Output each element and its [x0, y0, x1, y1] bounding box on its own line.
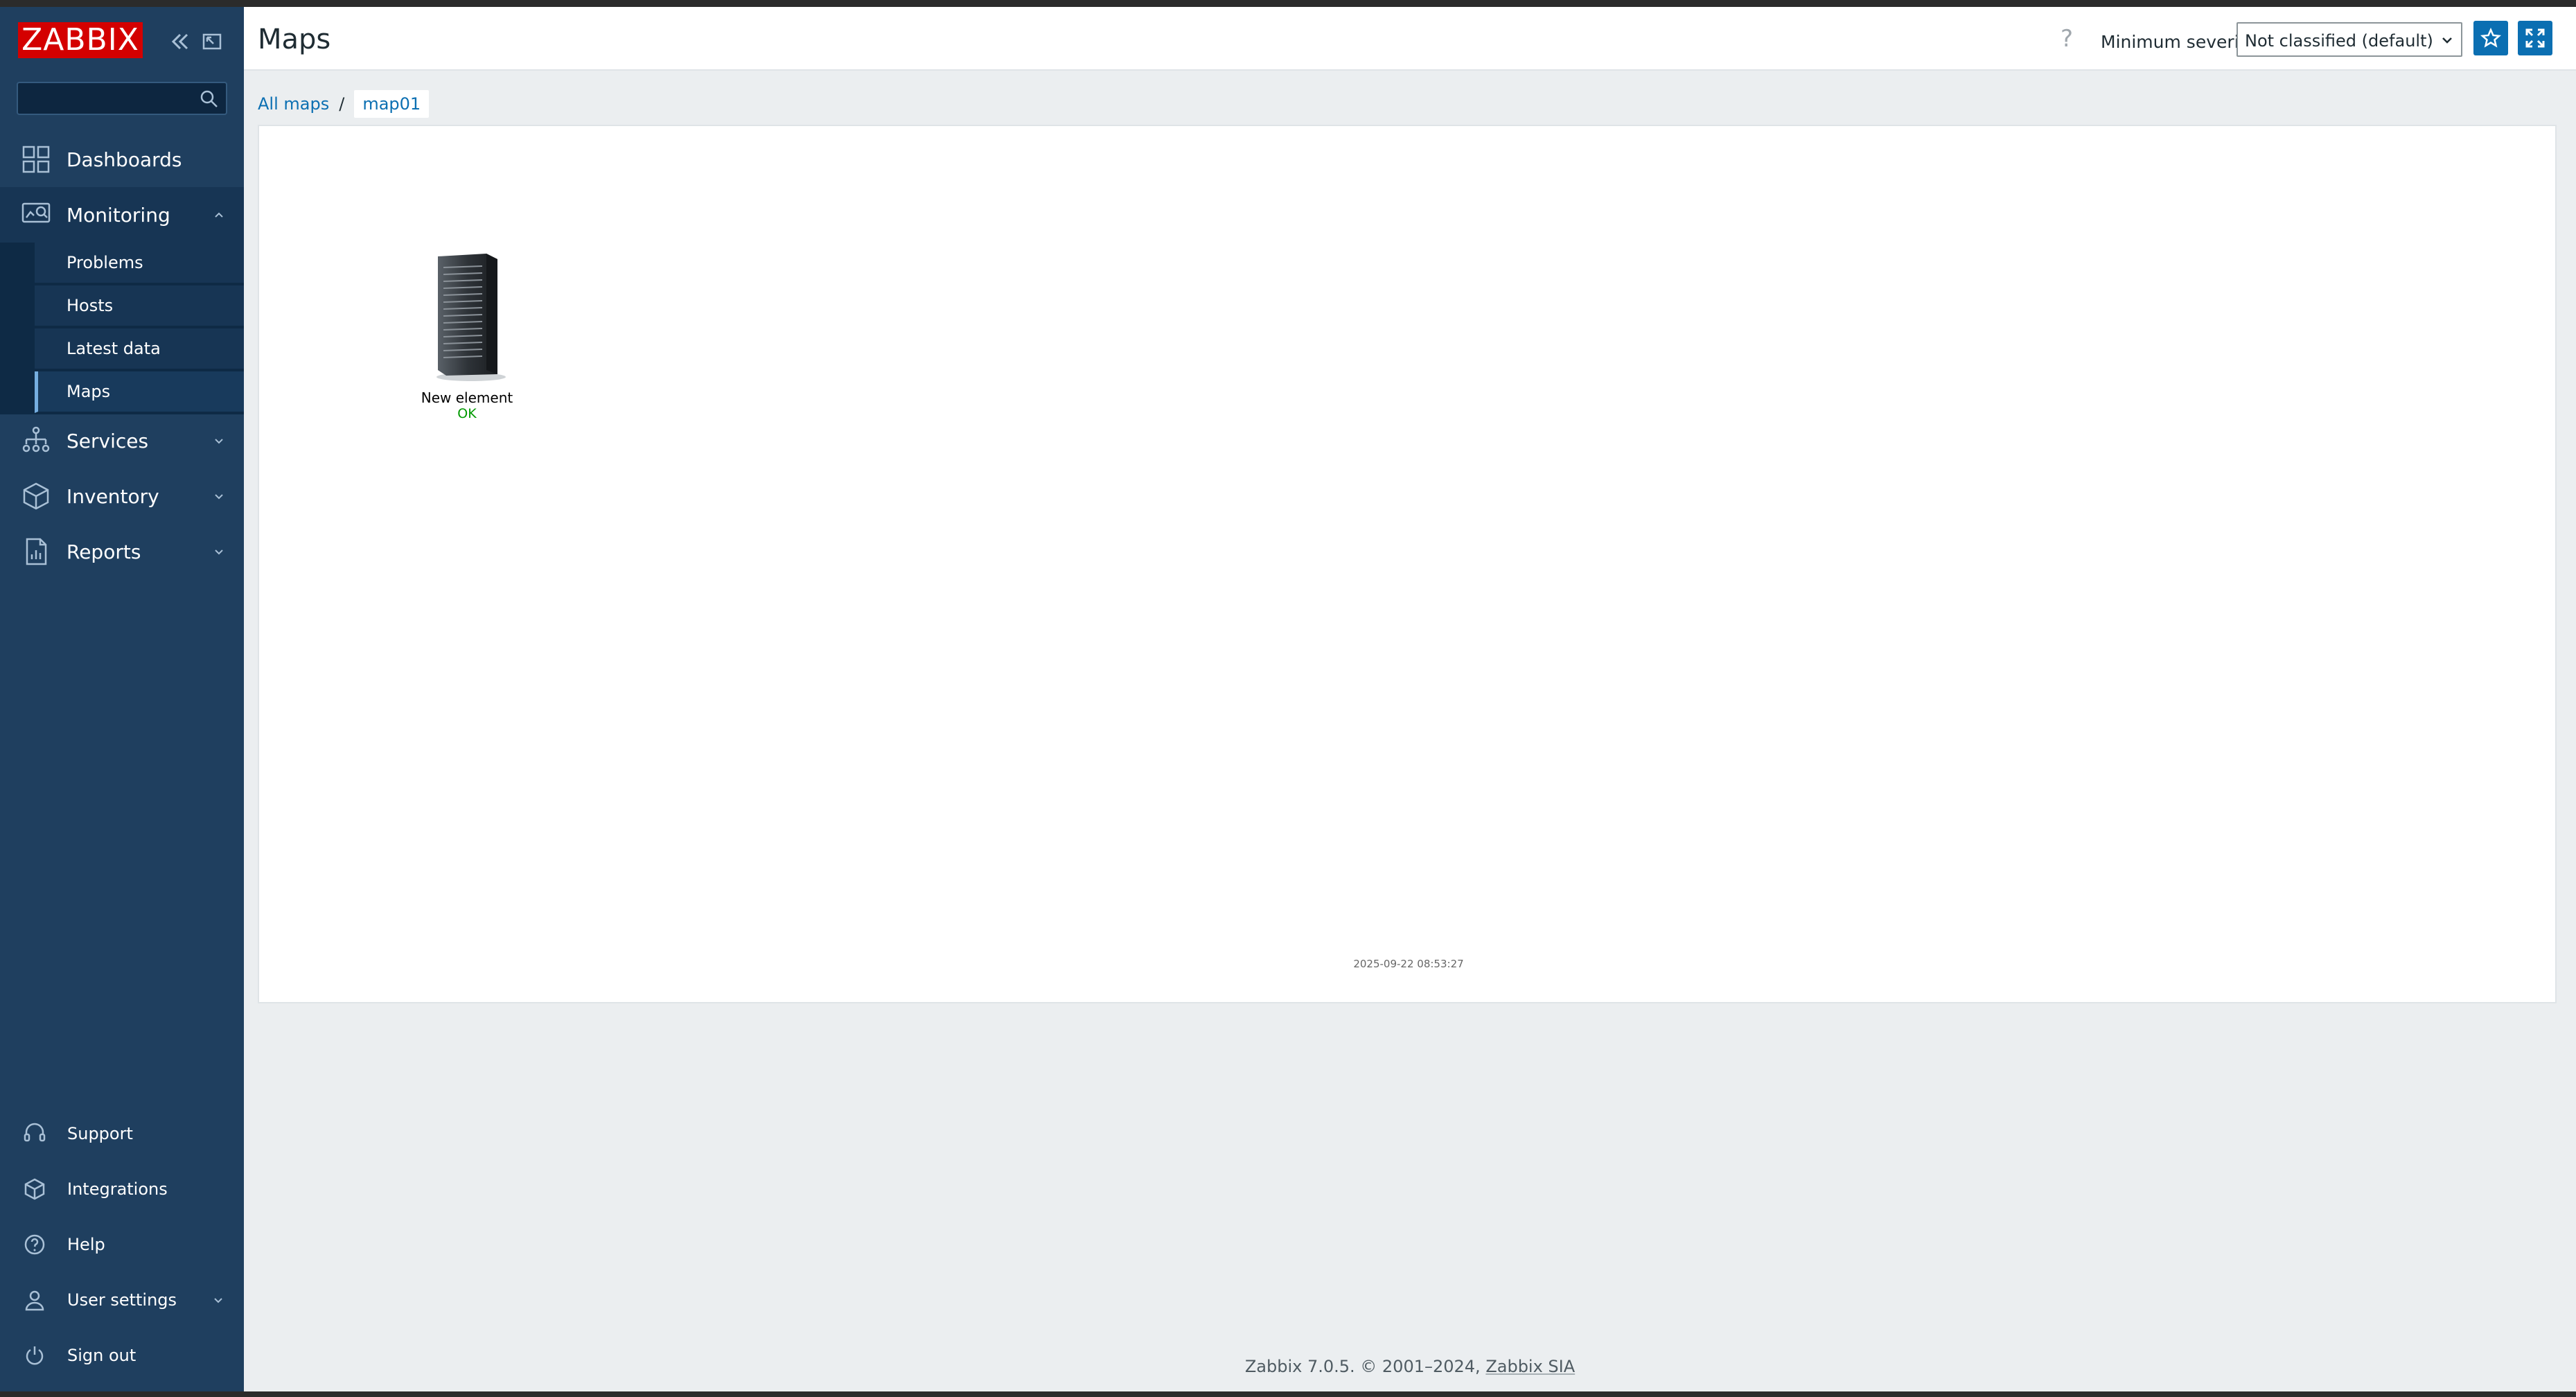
chevron-down-icon [2440, 33, 2454, 47]
user-icon [22, 1288, 47, 1312]
sidebar-item-label: Inventory [67, 484, 159, 508]
sidebar-item-label: Hosts [67, 296, 114, 315]
chevron-down-icon [212, 1294, 224, 1306]
add-to-favorites-button[interactable] [2473, 21, 2508, 55]
map-element-label: New element [421, 389, 513, 406]
severity-selected-value: Not classified (default) [2245, 31, 2433, 51]
search-icon[interactable] [198, 88, 220, 110]
sidebar-item-label: Reports [67, 540, 141, 563]
integrations-cube-icon [22, 1177, 47, 1202]
server-rack-icon[interactable] [425, 251, 509, 383]
sidebar-item-reports[interactable]: Reports [0, 524, 244, 579]
help-circle-icon [22, 1232, 47, 1257]
power-icon [22, 1343, 47, 1368]
app-window: ZABBIX Dashboards Monitoring Problems Ho… [0, 7, 2576, 1391]
reports-icon [21, 536, 51, 567]
breadcrumb-current-map[interactable]: map01 [354, 90, 430, 118]
sidebar-item-maps[interactable]: Maps [35, 371, 244, 413]
breadcrumb: All maps / map01 [258, 89, 430, 119]
sidebar-item-inventory[interactable]: Inventory [0, 468, 244, 524]
footer-zabbix-sia-link[interactable]: Zabbix SIA [1485, 1357, 1575, 1376]
zabbix-logo[interactable]: ZABBIX [18, 22, 143, 58]
sidebar-item-label: Dashboards [67, 148, 182, 171]
map-timestamp: 2025-09-22 08:53:27 [1353, 958, 1464, 970]
sidebar-item-dashboards[interactable]: Dashboards [0, 132, 244, 187]
sidebar-item-problems[interactable]: Problems [35, 243, 244, 284]
sidebar-item-integrations[interactable]: Integrations [0, 1164, 244, 1214]
chevron-up-icon [212, 208, 226, 222]
minimum-severity-select[interactable]: Not classified (default) [2237, 22, 2462, 57]
chevron-down-icon [212, 489, 226, 503]
sidebar-item-label: Problems [67, 253, 143, 272]
sidebar-item-support[interactable]: Support [0, 1109, 244, 1159]
footer-copyright: Zabbix 7.0.5. © 2001–2024, [1244, 1357, 1486, 1376]
sidebar-item-label: Sign out [67, 1346, 136, 1365]
monitoring-submenu: Problems Hosts Latest data Maps [0, 243, 244, 414]
sidebar-item-label: Latest data [67, 339, 161, 358]
monitoring-icon [21, 200, 51, 230]
sidebar-item-hosts[interactable]: Hosts [35, 285, 244, 327]
sidebar-item-label: Support [67, 1124, 133, 1143]
headset-icon [22, 1121, 47, 1146]
sidebar-item-services[interactable]: Services [0, 413, 244, 468]
map-element-status: OK [457, 406, 477, 421]
chevron-down-icon [212, 545, 226, 559]
sidebar-item-label: User settings [67, 1290, 177, 1310]
services-icon [21, 425, 51, 456]
dashboard-icon [21, 144, 51, 175]
page-header: Maps ? Minimum severity Not classified (… [244, 7, 2576, 71]
sidebar-item-latest-data[interactable]: Latest data [35, 328, 244, 370]
page-footer: Zabbix 7.0.5. © 2001–2024, Zabbix SIA [244, 1357, 2576, 1376]
sidebar-item-user-settings[interactable]: User settings [0, 1275, 244, 1325]
sidebar: ZABBIX Dashboards Monitoring Problems Ho… [0, 7, 244, 1391]
sidebar-item-sign-out[interactable]: Sign out [0, 1330, 244, 1380]
help-icon[interactable]: ? [2061, 25, 2073, 53]
map-canvas[interactable]: New element OK 2025-09-22 08:53:27 [258, 125, 2557, 1003]
sidebar-item-label: Monitoring [67, 203, 170, 227]
chevron-down-icon [212, 434, 226, 448]
sidebar-item-label: Help [67, 1235, 105, 1254]
fullscreen-button[interactable] [2518, 21, 2552, 55]
sidebar-item-label: Services [67, 429, 149, 453]
kiosk-mode-icon[interactable] [198, 28, 226, 55]
breadcrumb-all-maps-link[interactable]: All maps [258, 94, 329, 114]
inventory-box-icon [21, 481, 51, 511]
collapse-sidebar-icon[interactable] [166, 28, 194, 55]
sidebar-item-label: Integrations [67, 1179, 168, 1199]
breadcrumb-separator: / [339, 94, 345, 114]
star-icon [2480, 27, 2502, 48]
sidebar-item-help[interactable]: Help [0, 1220, 244, 1269]
sidebar-item-label: Maps [67, 382, 111, 401]
page-title: Maps [258, 24, 331, 55]
sidebar-search-input[interactable] [17, 82, 227, 115]
minimum-severity-label: Minimum severity [2101, 32, 2257, 52]
sidebar-item-monitoring[interactable]: Monitoring [0, 187, 244, 243]
fullscreen-icon [2525, 28, 2545, 48]
